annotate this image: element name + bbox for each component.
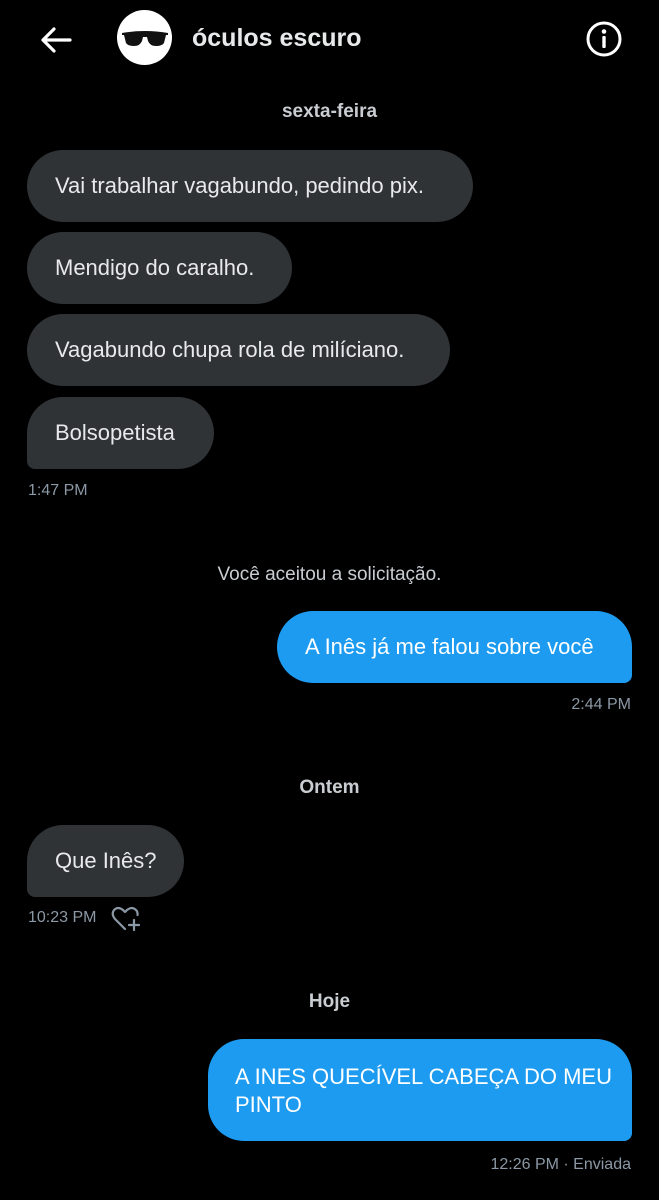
- message-bubble-received[interactable]: Mendigo do caralho.: [27, 232, 292, 304]
- message-bubble-received[interactable]: Que Inês?: [27, 825, 184, 897]
- message-text: Que Inês?: [55, 848, 157, 873]
- day-separator: Hoje: [308, 991, 351, 1012]
- back-button[interactable]: [36, 20, 76, 60]
- sunglasses-icon: [121, 30, 168, 46]
- conversation-title[interactable]: óculos escuro: [192, 24, 362, 53]
- message-timestamp: 1:47 PM: [28, 482, 88, 499]
- message-text: Bolsopetista: [55, 420, 175, 445]
- conversation-header: óculos escuro: [0, 0, 659, 80]
- react-button[interactable]: [111, 905, 141, 933]
- day-separator: sexta-feira: [281, 101, 378, 122]
- day-separator: Ontem: [299, 777, 360, 798]
- message-bubble-received[interactable]: Vagabundo chupa rola de milíciano.: [27, 314, 450, 386]
- message-text: Vagabundo chupa rola de milíciano.: [55, 337, 405, 362]
- message-status: 12:26 PM · Enviada: [490, 1156, 631, 1173]
- message-bubble-received[interactable]: Bolsopetista: [27, 397, 214, 469]
- message-bubble-sent[interactable]: A Inês já me falou sobre você: [277, 611, 632, 683]
- info-button[interactable]: [583, 18, 625, 60]
- message-timestamp: 10:23 PM: [28, 909, 97, 926]
- avatar[interactable]: [117, 10, 172, 65]
- heart-plus-icon: [111, 906, 141, 932]
- info-icon: [586, 21, 622, 57]
- message-text: Vai trabalhar vagabundo, pedindo pix.: [55, 173, 424, 198]
- message-bubble-sent[interactable]: A INES QUECÍVEL CABEÇA DO MEU PINTO: [208, 1039, 632, 1141]
- message-timestamp: 2:44 PM: [571, 696, 631, 713]
- message-bubble-received[interactable]: Vai trabalhar vagabundo, pedindo pix.: [27, 150, 473, 222]
- system-note: Você aceitou a solicitação.: [217, 564, 442, 585]
- message-text: Mendigo do caralho.: [55, 255, 255, 280]
- message-text: A INES QUECÍVEL CABEÇA DO MEU PINTO: [235, 1064, 612, 1117]
- arrow-left-icon: [41, 27, 72, 53]
- message-text: A Inês já me falou sobre você: [305, 634, 594, 659]
